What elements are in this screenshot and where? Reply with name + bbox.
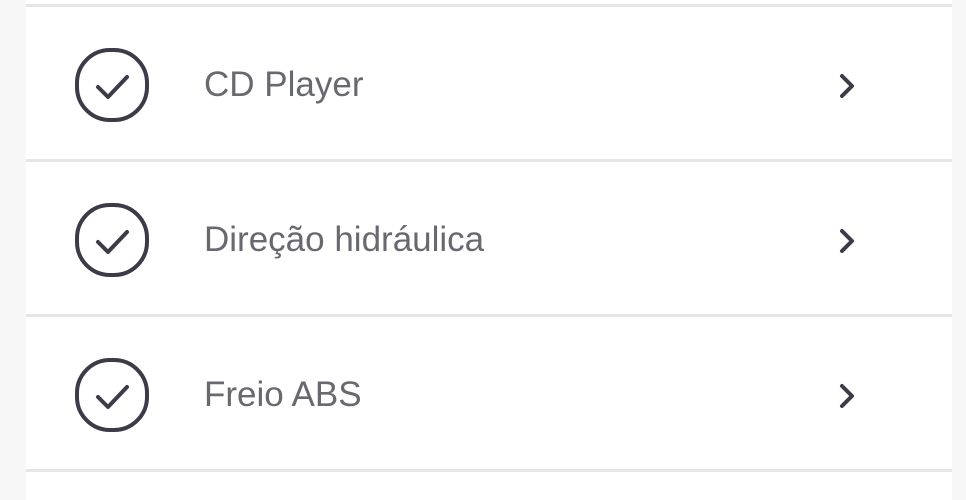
- list-item-label: Direção hidráulica: [204, 220, 485, 259]
- check-circle-icon: [75, 358, 149, 432]
- check-circle-icon: [75, 48, 149, 122]
- chevron-right-icon: [840, 384, 854, 408]
- list-item-direcao-hidraulica[interactable]: Direção hidráulica: [26, 162, 952, 314]
- options-list: CD Player Direção hidráulica Freio ABS: [26, 0, 952, 500]
- list-item-cd-player[interactable]: CD Player: [26, 7, 952, 159]
- list-divider: [26, 469, 952, 472]
- list-item-label: CD Player: [204, 65, 364, 104]
- list-item-freio-abs[interactable]: Freio ABS: [26, 317, 952, 469]
- chevron-right-icon: [840, 229, 854, 253]
- check-circle-icon: [75, 203, 149, 277]
- chevron-right-icon: [840, 74, 854, 98]
- list-item-label: Freio ABS: [204, 375, 362, 414]
